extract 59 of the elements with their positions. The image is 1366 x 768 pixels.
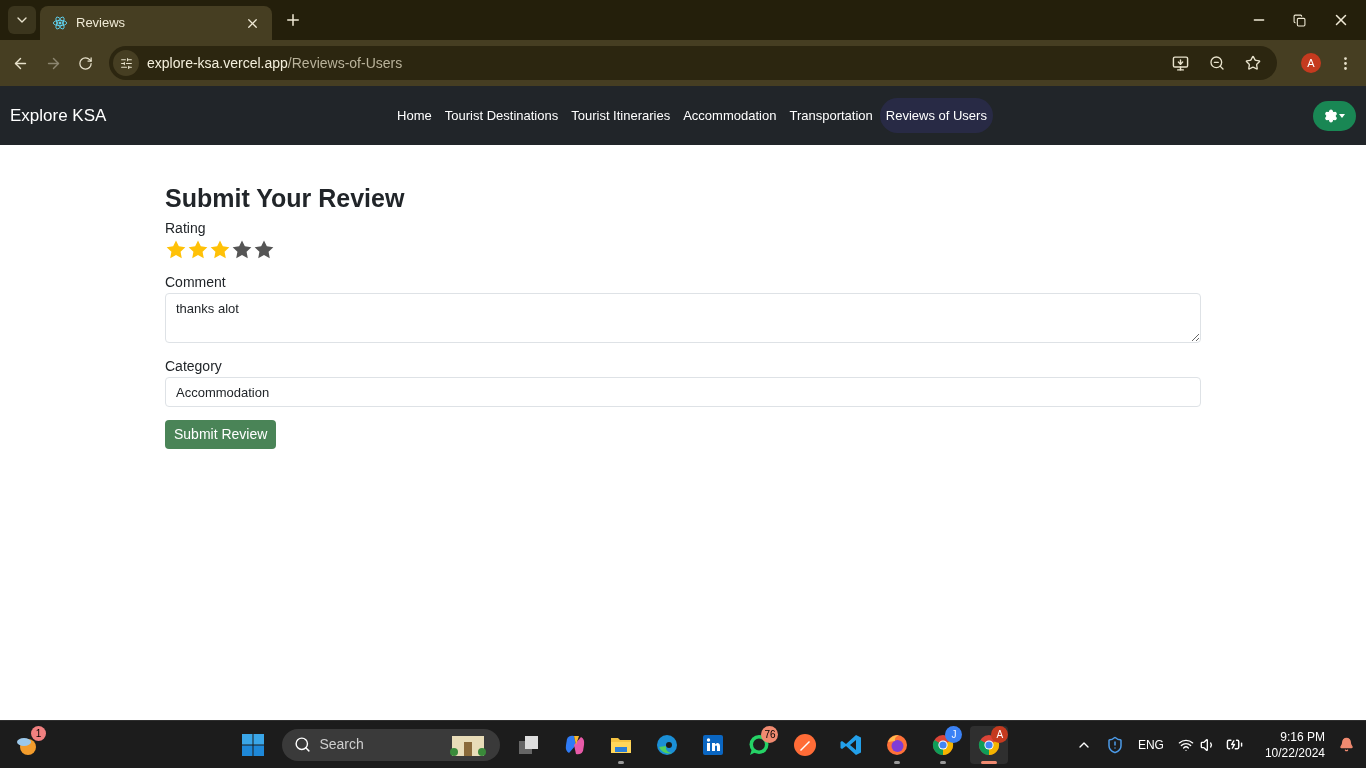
nav-link[interactable]: Transportation — [783, 97, 879, 134]
nav-link[interactable]: Tourist Destinations — [438, 97, 565, 134]
search-field[interactable]: Search — [282, 728, 501, 761]
field-label: Category — [165, 357, 223, 375]
star-icon[interactable] — [209, 239, 231, 261]
notification-badge: 1 — [31, 725, 46, 741]
form-title: Submit Your Review — [165, 183, 406, 213]
field-label: Comment — [165, 273, 227, 291]
brand-link[interactable]: Explore KSA — [10, 102, 310, 129]
postman-icon — [793, 732, 818, 757]
app-badge: A — [991, 725, 1009, 743]
bookmark-icon[interactable] — [1245, 55, 1261, 71]
running-indicator — [618, 760, 625, 764]
app-badge: 76 — [761, 725, 779, 743]
language-indicator[interactable]: ENG — [1137, 735, 1164, 754]
restore-icon[interactable] — [1293, 13, 1306, 27]
running-indicator — [981, 760, 998, 764]
security-icon[interactable] — [1105, 735, 1124, 754]
code-editor-icon — [839, 732, 864, 757]
firefox-icon — [885, 732, 910, 757]
site-info-icon[interactable] — [113, 50, 139, 76]
clock[interactable]: 9:16 PM 10/22/2024 — [1264, 728, 1325, 761]
url-text: explore-ksa.vercel.app/Reviews-of-Users — [147, 53, 404, 73]
zoom-icon[interactable] — [1209, 55, 1225, 71]
windows-logo-icon — [241, 732, 266, 757]
settings-dropdown-button[interactable] — [1313, 100, 1356, 131]
nav-link[interactable]: Home — [391, 97, 438, 134]
search-icon — [294, 736, 312, 753]
caret-icon — [1339, 113, 1345, 118]
gear-icon — [1324, 108, 1338, 123]
taskbar-app[interactable]: A — [970, 725, 1009, 764]
field-label: Rating — [165, 219, 207, 237]
new-tab-icon[interactable] — [284, 11, 302, 29]
reload-icon[interactable] — [78, 55, 93, 71]
running-indicator — [940, 760, 947, 764]
submit-button[interactable]: Submit Review — [165, 420, 277, 449]
star-icon[interactable] — [253, 239, 275, 261]
install-app-icon[interactable] — [1172, 54, 1189, 72]
react-logo-icon — [52, 15, 68, 31]
nav-link[interactable]: Tourist Itineraries — [565, 97, 677, 134]
star-icon[interactable] — [165, 239, 187, 261]
star-icon[interactable] — [231, 239, 253, 261]
star-icon[interactable] — [187, 239, 209, 261]
nav-link[interactable]: Accommodation — [677, 97, 783, 134]
linkedin-icon — [701, 732, 726, 757]
tab-title: Reviews — [76, 14, 127, 33]
nav-link[interactable]: Reviews of Users — [879, 97, 993, 134]
app-badge: J — [945, 725, 963, 743]
edge-icon — [655, 732, 680, 757]
taskbar-app[interactable]: J — [924, 725, 963, 764]
taskbar-app[interactable]: 76 — [740, 725, 779, 764]
browser-tab[interactable]: Reviews — [40, 6, 272, 40]
profile-avatar[interactable]: A — [1301, 53, 1321, 73]
running-indicator — [894, 760, 901, 764]
address-bar[interactable]: explore-ksa.vercel.app/Reviews-of-Users — [109, 46, 1277, 80]
comment-field[interactable]: thanks alot — [165, 293, 1201, 343]
notifications-icon[interactable] — [1339, 737, 1354, 752]
category-field[interactable]: Accommodation — [165, 377, 1201, 407]
tab-search-button[interactable] — [8, 6, 36, 34]
